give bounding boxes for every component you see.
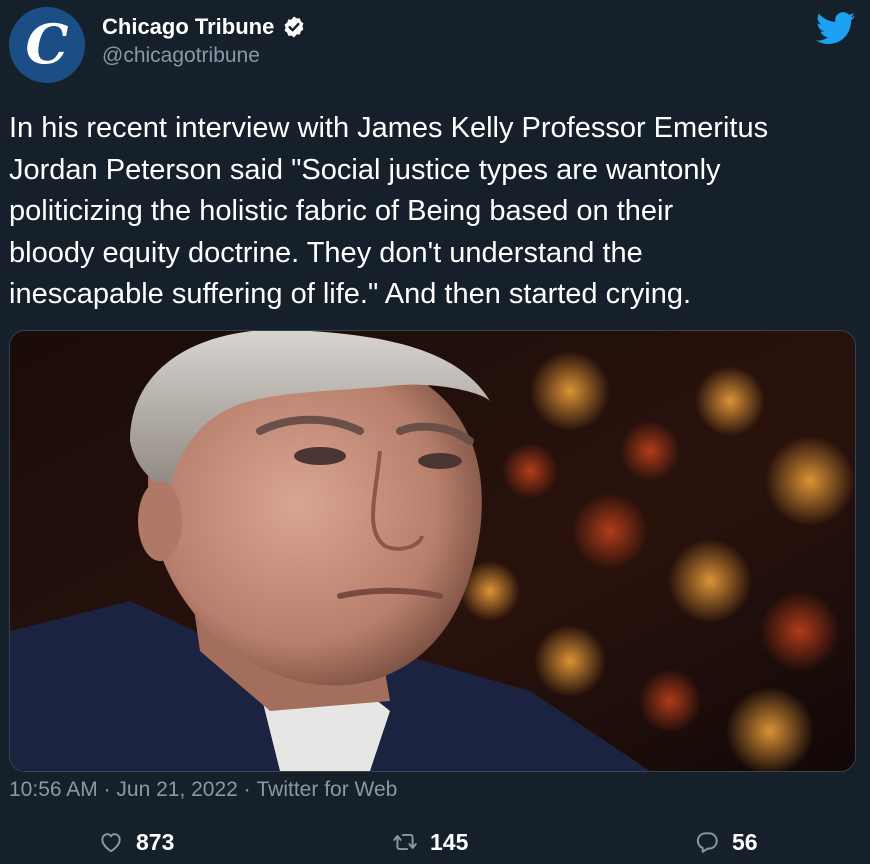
retweet-count: 145	[430, 828, 469, 855]
tweet-source[interactable]: Twitter for Web	[257, 778, 398, 802]
avatar-logo-letter: C	[25, 12, 69, 76]
tweet-text: In his recent interview with James Kelly…	[9, 112, 769, 310]
retweet-icon	[393, 833, 417, 851]
like-count: 873	[136, 828, 175, 855]
meta-separator: ·	[97, 778, 117, 801]
tweet-photo[interactable]	[9, 330, 856, 772]
display-name-row: Chicago Tribune	[102, 12, 306, 42]
retweet-button[interactable]: 145	[392, 824, 468, 860]
tweet-card: C Chicago Tribune @chicagotribune In his…	[0, 0, 870, 864]
heart-icon	[101, 833, 121, 853]
tweet-date[interactable]: Jun 21, 2022	[116, 778, 237, 802]
photo-illustration	[10, 331, 855, 771]
tweet-time[interactable]: 10:56 AM	[9, 778, 98, 802]
display-name[interactable]: Chicago Tribune	[102, 14, 274, 40]
meta-separator: ·	[237, 778, 257, 801]
twitter-bird-icon	[816, 12, 856, 45]
account-info: Chicago Tribune @chicagotribune	[102, 12, 306, 68]
reply-count: 56	[732, 828, 758, 855]
tweet-meta: 10:56 AM · Jun 21, 2022 · Twitter for We…	[9, 778, 397, 802]
action-bar: 873 145 56	[0, 824, 870, 860]
account-handle[interactable]: @chicagotribune	[102, 44, 306, 68]
avatar[interactable]: C	[9, 7, 85, 83]
reply-button[interactable]: 56	[694, 824, 758, 860]
verified-badge-icon	[284, 16, 304, 38]
reply-bubble-icon	[696, 832, 718, 853]
like-button[interactable]: 873	[98, 824, 174, 860]
